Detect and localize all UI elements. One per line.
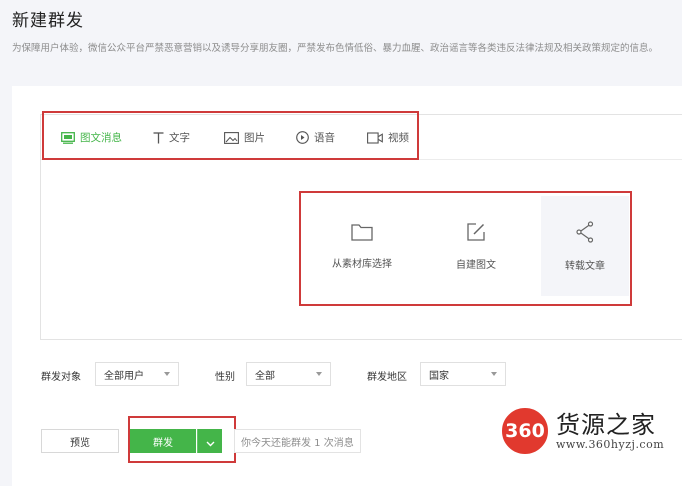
- target-select[interactable]: 全部用户: [95, 362, 179, 386]
- watermark-name: 货源之家: [556, 411, 656, 439]
- send-quota-text: 你今天还能群发 1 次消息: [234, 429, 361, 453]
- chevron-down-icon: [164, 372, 170, 376]
- region-select[interactable]: 国家: [420, 362, 506, 386]
- send-options-button[interactable]: [197, 429, 222, 453]
- chevron-down-icon: [206, 432, 215, 451]
- annotation-box-tabs: [42, 111, 419, 160]
- watermark-logo: 360: [500, 406, 550, 456]
- gender-select[interactable]: 全部: [246, 362, 331, 386]
- send-button[interactable]: 群发: [130, 429, 196, 453]
- gender-label: 性别: [215, 372, 235, 383]
- target-label: 群发对象: [41, 372, 81, 383]
- gender-select-value: 全部: [255, 370, 275, 382]
- region-select-value: 国家: [429, 370, 449, 382]
- annotation-box-options: [299, 191, 632, 306]
- chevron-down-icon: [491, 372, 497, 376]
- policy-notice: 为保障用户体验，微信公众平台严禁恶意营销以及诱导分享朋友圈，严禁发布色情低俗、暴…: [12, 43, 659, 54]
- target-select-value: 全部用户: [104, 370, 144, 382]
- preview-button[interactable]: 预览: [41, 429, 119, 453]
- watermark-url: www.360hyzj.com: [556, 438, 665, 451]
- page-title: 新建群发: [12, 11, 84, 31]
- region-label: 群发地区: [367, 372, 407, 383]
- chevron-down-icon: [316, 372, 322, 376]
